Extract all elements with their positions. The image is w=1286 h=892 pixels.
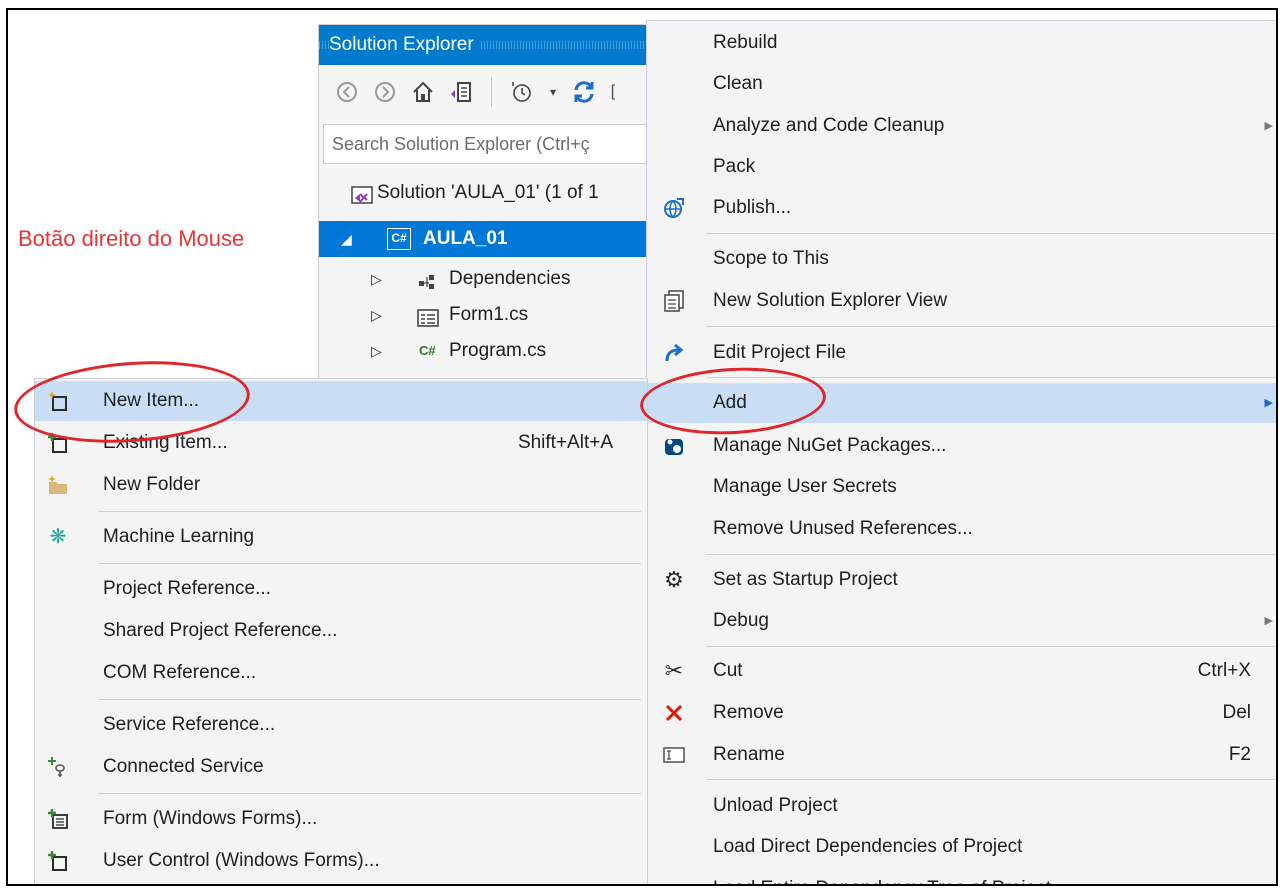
csharp-project-icon: C# xyxy=(387,228,411,250)
machine-learning-icon: ❋ xyxy=(49,526,67,548)
new-item-icon xyxy=(47,390,69,412)
menu-item-shared-project-reference[interactable]: Shared Project Reference... xyxy=(35,611,647,651)
collapsed-triangle-icon[interactable]: ▷ xyxy=(371,297,382,333)
tree-item-dependencies[interactable]: ▷ Dependencies xyxy=(319,261,651,297)
menu-item-project-reference[interactable]: Project Reference... xyxy=(35,569,647,609)
menu-item-existing-item[interactable]: Existing Item... Shift+Alt+A xyxy=(35,423,647,463)
menu-item-rename[interactable]: Rename F2 xyxy=(647,735,1276,775)
expanded-triangle-icon[interactable]: ◢ xyxy=(341,221,352,257)
menu-item-connected-service[interactable]: Connected Service xyxy=(35,747,647,787)
window-icon xyxy=(663,290,685,312)
context-menu: Rebuild Clean Analyze and Code Cleanup ▶ … xyxy=(646,20,1276,884)
collapsed-triangle-icon[interactable]: ▷ xyxy=(371,333,382,369)
menu-item-manage-user-secrets[interactable]: Manage User Secrets xyxy=(647,467,1276,507)
menu-item-cut[interactable]: ✂ Cut Ctrl+X xyxy=(647,651,1276,691)
annotation-text: Botão direito do Mouse xyxy=(18,226,245,251)
menu-item-new-item[interactable]: New Item... xyxy=(35,381,647,421)
menu-item-form-windows-forms[interactable]: Form (Windows Forms)... xyxy=(35,799,647,839)
menu-item-new-folder[interactable]: New Folder xyxy=(35,465,647,505)
menu-item-unload-project[interactable]: Unload Project xyxy=(647,786,1276,826)
menu-separator xyxy=(707,554,1276,555)
form-file-icon xyxy=(417,305,439,327)
tree-item-label: Dependencies xyxy=(449,268,571,289)
menu-item-remove-unused-references[interactable]: Remove Unused References... xyxy=(647,509,1276,549)
tree-item-label: Program.cs xyxy=(449,340,547,361)
search-solution-explorer-input[interactable]: Search Solution Explorer (Ctrl+ç xyxy=(323,124,651,164)
solution-explorer-toolbar: ▾ [ xyxy=(319,65,651,119)
tree-item-label: Solution 'AULA_01' (1 of 1 xyxy=(377,182,599,203)
submenu-arrow-icon: ▶ xyxy=(1264,120,1273,132)
solution-explorer-title: Solution Explorer xyxy=(319,25,651,65)
home-icon[interactable] xyxy=(409,78,437,106)
menu-item-load-direct-dependencies[interactable]: Load Direct Dependencies of Project xyxy=(647,827,1276,867)
redirect-arrow-icon xyxy=(663,342,685,364)
menu-separator xyxy=(99,511,641,512)
scissors-icon: ✂ xyxy=(664,658,684,683)
rename-icon xyxy=(663,744,685,766)
existing-item-icon xyxy=(47,432,69,454)
dependencies-icon xyxy=(417,269,437,289)
menu-separator xyxy=(707,779,1276,780)
switch-views-icon[interactable] xyxy=(447,78,475,106)
new-folder-icon xyxy=(47,474,69,496)
menu-separator xyxy=(99,563,641,564)
connected-service-icon xyxy=(47,756,69,778)
menu-item-machine-learning[interactable]: ❋ Machine Learning xyxy=(35,517,647,557)
add-submenu: New Item... Existing Item... Shift+Alt+A… xyxy=(34,378,648,884)
menu-item-scope-to-this[interactable]: Scope to This xyxy=(647,239,1276,279)
menu-item-analyze[interactable]: Analyze and Code Cleanup ▶ xyxy=(647,106,1276,146)
tree-item-form1[interactable]: ▷ Form1.cs xyxy=(319,297,651,333)
toolbar-separator xyxy=(491,77,492,107)
menu-item-publish[interactable]: Publish... xyxy=(647,188,1276,228)
back-icon[interactable] xyxy=(333,78,361,106)
gear-icon: ⚙ xyxy=(664,567,684,592)
tree-item-project[interactable]: ◢ C# AULA_01 xyxy=(319,221,651,257)
forward-icon[interactable] xyxy=(371,78,399,106)
solution-icon xyxy=(351,183,373,204)
tree-item-program[interactable]: ▷ C# Program.cs xyxy=(319,333,651,369)
submenu-arrow-icon: ▶ xyxy=(1264,397,1273,409)
screenshot-frame: Solution Explorer ▾ [ Search Solution Ex… xyxy=(6,8,1278,886)
solution-explorer: Solution Explorer ▾ [ Search Solution Ex… xyxy=(318,24,652,380)
menu-item-clean[interactable]: Clean xyxy=(647,64,1276,104)
menu-item-rebuild[interactable]: Rebuild xyxy=(647,23,1276,63)
chevron-down-icon[interactable]: ▾ xyxy=(546,78,560,106)
menu-separator xyxy=(707,646,1276,647)
menu-item-debug[interactable]: Debug ▶ xyxy=(647,601,1276,641)
menu-separator xyxy=(99,699,641,700)
nuget-icon xyxy=(663,435,685,457)
close-icon xyxy=(663,702,685,724)
menu-item-remove[interactable]: Remove Del xyxy=(647,693,1276,733)
csharp-file-icon: C# xyxy=(419,343,436,358)
menu-item-new-solution-explorer-view[interactable]: New Solution Explorer View xyxy=(647,281,1276,321)
pending-changes-filter-icon[interactable] xyxy=(508,78,536,106)
menu-separator xyxy=(707,233,1276,234)
menu-separator xyxy=(707,377,1276,378)
menu-item-user-control[interactable]: User Control (Windows Forms)... xyxy=(35,841,647,881)
collapse-all-icon[interactable]: [ xyxy=(608,78,618,106)
submenu-arrow-icon: ▶ xyxy=(1264,615,1273,627)
tree-item-solution[interactable]: Solution 'AULA_01' (1 of 1 xyxy=(319,175,651,211)
tree-item-label: AULA_01 xyxy=(423,228,508,249)
menu-item-manage-nuget[interactable]: Manage NuGet Packages... xyxy=(647,426,1276,466)
form-icon xyxy=(47,808,69,830)
menu-item-add[interactable]: Add ▶ xyxy=(647,383,1276,423)
menu-item-load-entire-dependency-tree[interactable]: Load Entire Dependency Tree of Project xyxy=(647,869,1276,884)
collapsed-triangle-icon[interactable]: ▷ xyxy=(371,261,382,297)
menu-separator xyxy=(707,326,1276,327)
menu-separator xyxy=(99,793,641,794)
menu-item-set-startup-project[interactable]: ⚙ Set as Startup Project xyxy=(647,560,1276,600)
globe-icon xyxy=(663,197,685,219)
refresh-icon[interactable] xyxy=(570,78,598,106)
menu-item-com-reference[interactable]: COM Reference... xyxy=(35,653,647,693)
tree-item-label: Form1.cs xyxy=(449,304,529,325)
menu-item-edit-project-file[interactable]: Edit Project File xyxy=(647,333,1276,373)
user-control-icon xyxy=(47,850,69,872)
menu-item-service-reference[interactable]: Service Reference... xyxy=(35,705,647,745)
menu-item-pack[interactable]: Pack xyxy=(647,147,1276,187)
